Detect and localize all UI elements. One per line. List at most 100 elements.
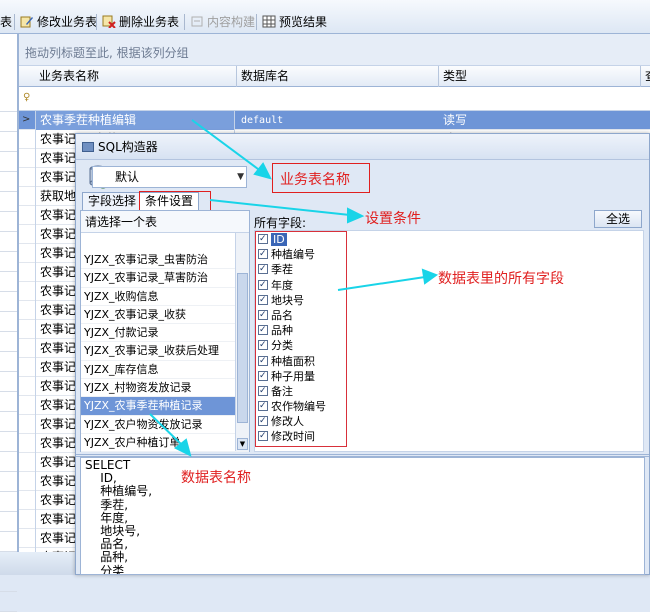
field-checkbox-item[interactable]: 年度 [256,278,346,293]
table-list-item[interactable]: YJZX_村物资发放记录 [81,379,249,398]
checkbox-checked-icon[interactable] [258,232,268,247]
strip-divider [0,511,17,512]
checkbox-checked-icon[interactable] [258,354,268,369]
select-all-button[interactable]: 全选 [594,210,642,228]
scrollbar-thumb[interactable] [237,273,248,423]
table-list-item[interactable]: YJZX_农事记录_虫害防治 [81,251,249,270]
strip-divider [0,431,17,432]
build-content-label: 内容构建 [207,15,256,29]
filter-icon: ♀ [23,92,31,103]
tab-highlight-box [139,191,211,211]
sql-window-icon [82,142,94,152]
field-label: 种植面积 [271,354,315,368]
grid-preview-icon [262,15,276,28]
column-header-database[interactable]: 数据库名 [237,66,439,87]
strip-divider [0,451,17,452]
field-label: 分类 [271,339,293,353]
strip-divider [0,531,17,532]
field-checkbox-item[interactable]: 种子用量 [256,369,346,384]
field-checkbox-item[interactable]: 修改时间 [256,429,346,444]
table-list-item[interactable]: YJZX_农户物资发放记录 [81,416,249,434]
field-checkbox-item[interactable]: 季茬 [256,262,346,277]
toolbar-separator [184,14,185,30]
checkbox-checked-icon[interactable] [258,338,268,353]
toolbar-cut-label[interactable]: 表 [0,13,12,31]
row-type-cell: 读写 [443,113,468,127]
checkbox-checked-icon[interactable] [258,308,268,323]
strip-divider [0,271,17,272]
table-list-item[interactable]: YJZX_农事记录_草害防治 [81,269,249,288]
table-list-scrollbar[interactable]: ▼ [235,233,249,451]
field-checkbox-item[interactable]: 品名 [256,308,346,323]
strip-divider [0,411,17,412]
annotation-all-fields: 数据表里的所有字段 [438,271,564,287]
scroll-down-icon[interactable]: ▼ [237,438,248,450]
field-checkbox-item[interactable]: 备注 [256,384,346,399]
dialog-title: SQL构造器 [98,140,158,154]
checkbox-checked-icon[interactable] [258,262,268,277]
edit-table-button[interactable]: 修改业务表 [20,13,97,31]
checkbox-checked-icon[interactable] [258,293,268,308]
preview-button[interactable]: 预览结果 [262,13,327,31]
delete-table-button[interactable]: 删除业务表 [102,13,179,31]
strip-divider [0,151,17,152]
strip-divider [0,171,17,172]
checkbox-checked-icon[interactable] [258,414,268,429]
build-icon [190,15,204,28]
toolbar-separator [96,14,97,30]
table-list-item[interactable]: YJZX_收购信息 [81,288,249,306]
toolbar: 表 修改业务表 删除业务表 内容构建 预览结果 [0,0,650,34]
filter-row[interactable]: ♀ [19,87,650,111]
group-by-bar[interactable]: 拖动列标题至此, 根据该列分组 [19,34,650,66]
table-list-item[interactable]: YJZX_库存信息 [81,361,249,380]
table-list-item[interactable]: YJZX_付款记录 [81,324,249,343]
checkbox-checked-icon[interactable] [258,247,268,262]
table-list-item[interactable]: YJZX_农户种植订单 [81,434,249,453]
checkbox-checked-icon[interactable] [258,384,268,399]
sql-builder-dialog: SQL构造器 默认 ▼ 字段选择 条件设置 请选择一个表 YJZX_农事记录_虫… [75,133,650,575]
field-list: ID 种植编号季茬年度地块号品名品种分类种植面积种子用量备注农作物编号修改人修改时… [255,231,347,447]
strip-divider [0,191,17,192]
sql-line: SELECT [85,458,131,472]
checkbox-checked-icon[interactable] [258,278,268,293]
table-list-item[interactable]: YJZX_农事记录_收获后处理 [81,342,249,361]
sql-text-area[interactable]: SELECT ID, 种植编号, 季茬, 年度, 地块号, 品名, 品种, 分类 [80,457,645,575]
strip-divider [0,471,17,472]
checkbox-checked-icon[interactable] [258,369,268,384]
database-select[interactable]: 默认 ▼ [92,166,247,188]
field-label: ID [271,233,287,246]
field-checkbox-item[interactable]: 种植编号 [256,247,346,262]
strip-divider [0,251,17,252]
column-header-type[interactable]: 类型 [439,66,641,87]
row-database-cell: default [241,115,284,126]
table-row[interactable]: > 农事季茬种植编辑 default 读写 [19,111,650,130]
field-checkbox-item[interactable]: 农作物编号 [256,399,346,414]
annotation-business-table-name: 业务表名称 [280,172,350,188]
status-bar [0,552,75,575]
table-list-item[interactable]: YJZX_农事季茬种植记录 [81,397,249,416]
edit-table-label: 修改业务表 [37,15,98,29]
field-checkbox-item[interactable]: 修改人 [256,414,346,429]
field-list-panel: ID 种植编号季茬年度地块号品名品种分类种植面积种子用量备注农作物编号修改人修改时… [254,230,644,452]
checkbox-checked-icon[interactable] [258,323,268,338]
field-checkbox-item[interactable]: 地块号 [256,293,346,308]
field-label: 种植编号 [271,248,315,262]
field-checkbox-item[interactable]: 种植面积 [256,354,346,369]
build-content-button[interactable]: 内容构建 [190,13,255,31]
table-list-item[interactable]: YJZX_农事记录_收获 [81,306,249,325]
field-checkbox-item[interactable]: ID [256,232,346,247]
chevron-down-icon: ▼ [237,172,244,182]
column-header-name[interactable]: 业务表名称 [35,66,237,87]
annotation-data-table-name: 数据表名称 [181,470,251,486]
checkbox-checked-icon[interactable] [258,429,268,444]
checkbox-checked-icon[interactable] [258,399,268,414]
field-checkbox-item[interactable]: 品种 [256,323,346,338]
delete-icon [102,15,116,29]
field-checkbox-item[interactable]: 分类 [256,338,346,353]
strip-divider [0,371,17,372]
row-indicator-icon: > [22,114,31,125]
column-header-more[interactable]: 查 [641,66,650,87]
row-name-cell: 农事季茬种植编辑 [35,111,235,130]
tab-field-selection[interactable]: 字段选择 [82,192,143,210]
database-value: 默认 [115,170,140,184]
